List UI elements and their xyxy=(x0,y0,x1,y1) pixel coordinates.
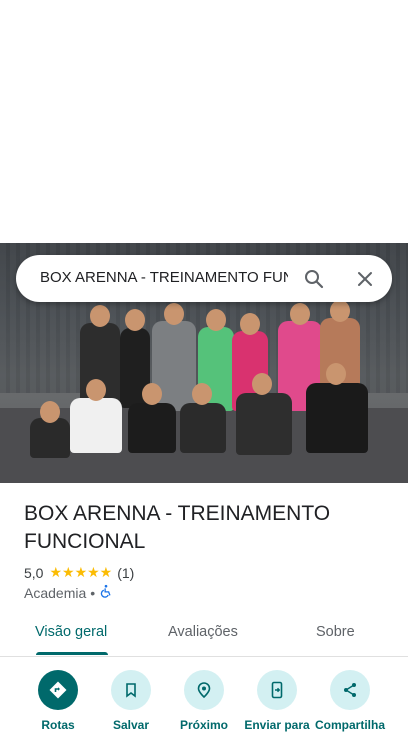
search-bar[interactable]: BOX ARENNA - TREINAMENTO FUNCIONAL xyxy=(16,255,392,302)
photo-person-head xyxy=(326,363,346,385)
nearby-button[interactable]: Próximo xyxy=(167,670,241,732)
share-icon xyxy=(330,670,370,710)
photo-person xyxy=(306,383,368,453)
review-count: (1) xyxy=(117,564,135,581)
photo-person-head xyxy=(252,373,272,395)
photo-person-head xyxy=(90,305,110,327)
tab-bar: Visão geral Avaliações Sobre xyxy=(0,612,408,657)
photo-person-head xyxy=(125,309,145,331)
place-category: Academia xyxy=(24,584,87,601)
send-to-phone-button[interactable]: Enviar para xyxy=(240,670,314,732)
photo-person-head xyxy=(142,383,162,405)
directions-label: Rotas xyxy=(41,718,75,732)
wheelchair-accessible-icon xyxy=(99,584,113,601)
rating-value: 5,0 xyxy=(24,564,44,581)
tab-reviews[interactable]: Avaliações xyxy=(168,624,238,640)
save-label: Salvar xyxy=(112,718,150,732)
photo-person xyxy=(70,398,122,453)
share-label: Compartilha xyxy=(314,718,385,732)
bookmark-icon xyxy=(111,670,151,710)
send-to-phone-icon xyxy=(257,670,297,710)
close-icon[interactable] xyxy=(353,267,377,291)
nearby-label: Próximo xyxy=(179,718,228,732)
directions-icon xyxy=(38,670,78,710)
photo-person-head xyxy=(86,379,106,401)
photo-person-head xyxy=(192,383,212,405)
search-input[interactable]: BOX ARENNA - TREINAMENTO FUNCIONAL xyxy=(40,269,288,286)
photo-person-head xyxy=(164,303,184,325)
category-row: Academia • xyxy=(24,584,113,601)
photo-person xyxy=(236,393,292,455)
tab-overview[interactable]: Visão geral xyxy=(35,624,107,640)
send-to-phone-label: Enviar para xyxy=(244,718,310,732)
photo-person-head xyxy=(40,401,60,423)
directions-button[interactable]: Rotas xyxy=(21,670,95,732)
action-bar: Rotas Salvar Próximo Enviar para Compart… xyxy=(0,670,408,732)
place-title: BOX ARENNA - TREINAMENTO FUNCIONAL xyxy=(24,502,331,553)
separator-dot: • xyxy=(90,584,96,601)
rating-row[interactable]: 5,0 ★★★★★ (1) xyxy=(24,564,134,581)
search-icon[interactable] xyxy=(302,267,326,291)
photo-person xyxy=(128,403,176,453)
rating-stars: ★★★★★ xyxy=(49,564,113,580)
nearby-icon xyxy=(184,670,224,710)
map-area[interactable] xyxy=(0,0,408,243)
photo-person-head xyxy=(290,303,310,325)
photo-person xyxy=(30,418,70,458)
save-button[interactable]: Salvar xyxy=(94,670,168,732)
photo-person-head xyxy=(330,300,350,322)
share-button[interactable]: Compartilha xyxy=(313,670,387,732)
active-tab-indicator xyxy=(36,652,108,655)
photo-person-head xyxy=(206,309,226,331)
photo-person xyxy=(180,403,226,453)
photo-person-head xyxy=(240,313,260,335)
tab-about[interactable]: Sobre xyxy=(316,624,355,640)
